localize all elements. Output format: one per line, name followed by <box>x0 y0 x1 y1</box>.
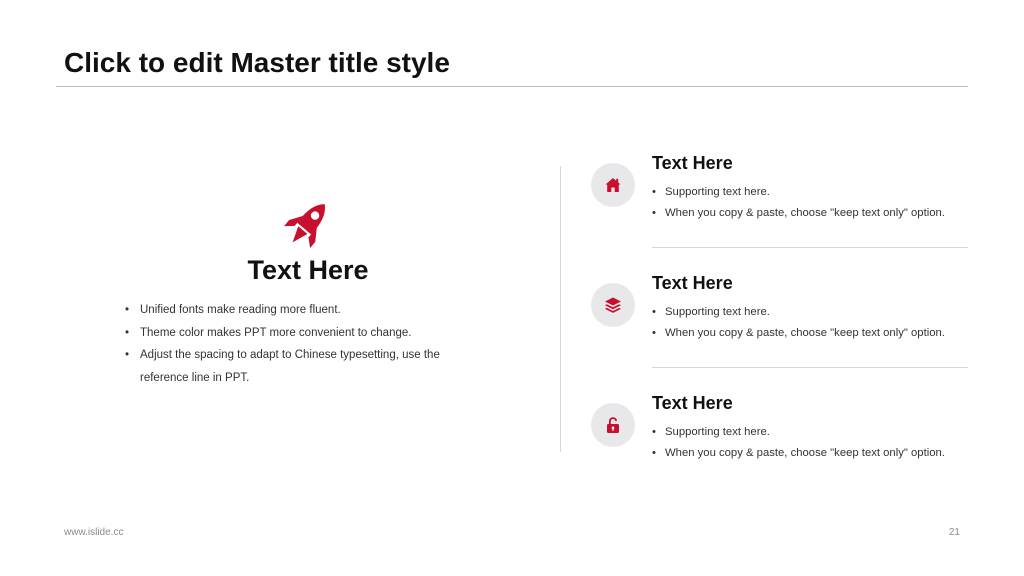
left-bullet-list: Unified fonts make reading more fluent. … <box>124 299 469 389</box>
item-bullet-list: Supporting text here. When you copy & pa… <box>652 422 945 464</box>
list-item[interactable]: Supporting text here. <box>652 302 945 323</box>
list-item[interactable]: When you copy & paste, choose "keep text… <box>652 203 945 224</box>
rocket-icon <box>284 204 325 248</box>
list-item[interactable]: Unified fonts make reading more fluent. <box>124 299 469 322</box>
item-bullet-list: Supporting text here. When you copy & pa… <box>652 182 945 224</box>
list-item[interactable]: Theme color makes PPT more convenient to… <box>124 322 469 345</box>
icon-circle <box>591 403 635 447</box>
slide-title[interactable]: Click to edit Master title style <box>64 47 450 79</box>
item-heading[interactable]: Text Here <box>652 393 733 414</box>
list-item[interactable]: Supporting text here. <box>652 182 945 203</box>
list-item[interactable]: Adjust the spacing to adapt to Chinese t… <box>124 344 469 389</box>
left-heading[interactable]: Text Here <box>200 255 416 286</box>
item-heading[interactable]: Text Here <box>652 273 733 294</box>
layers-icon <box>605 297 621 313</box>
icon-circle <box>591 283 635 327</box>
item-divider <box>652 367 968 368</box>
home-icon <box>605 178 621 192</box>
icon-circle <box>591 163 635 207</box>
list-item[interactable]: When you copy & paste, choose "keep text… <box>652 443 945 464</box>
list-item[interactable]: Supporting text here. <box>652 422 945 443</box>
item-heading[interactable]: Text Here <box>652 153 733 174</box>
feature-item-2: Text Here Supporting text here. When you… <box>590 273 968 383</box>
item-divider <box>652 247 968 248</box>
vertical-divider <box>560 166 561 452</box>
feature-item-3: Text Here Supporting text here. When you… <box>590 393 968 503</box>
feature-item-1: Text Here Supporting text here. When you… <box>590 153 968 263</box>
title-divider <box>56 86 968 87</box>
unlock-icon <box>607 417 619 433</box>
list-item[interactable]: When you copy & paste, choose "keep text… <box>652 323 945 344</box>
footer-url: www.islide.cc <box>64 527 124 538</box>
page-number: 21 <box>948 527 960 538</box>
item-bullet-list: Supporting text here. When you copy & pa… <box>652 302 945 344</box>
